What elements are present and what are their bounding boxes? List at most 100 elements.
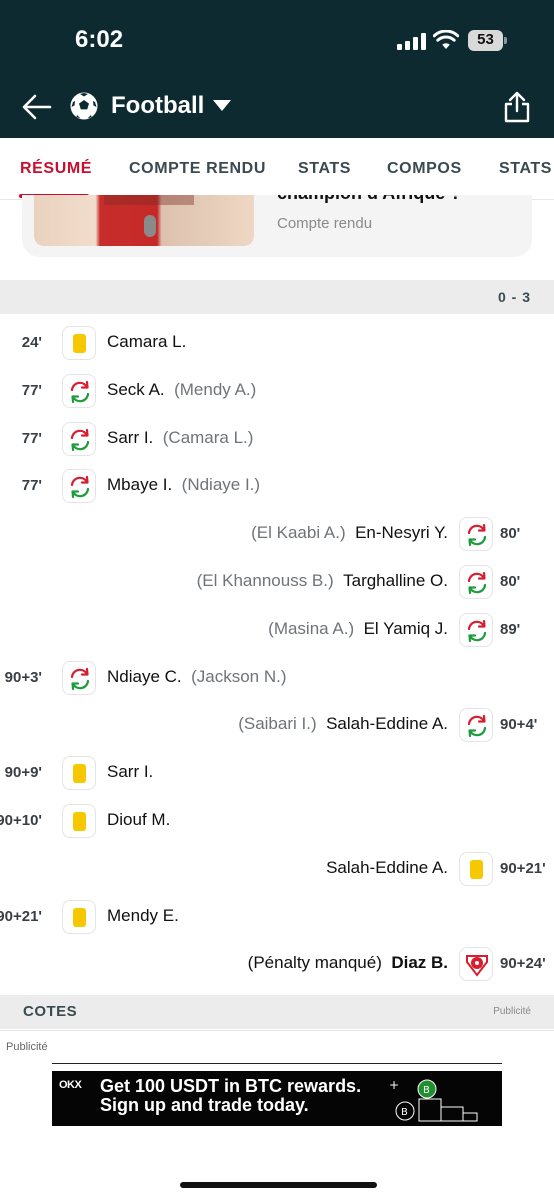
event-player[interactable]: Sarr I. xyxy=(107,428,153,447)
svg-text:+: + xyxy=(389,1078,399,1092)
event-text: (Saibari I.) Salah-Eddine A. xyxy=(238,714,448,734)
event-text: Sarr I. xyxy=(107,762,153,782)
svg-text:B: B xyxy=(423,1085,430,1096)
event-detail: (Camara L.) xyxy=(162,428,254,447)
substitution-icon xyxy=(62,661,96,695)
event-player[interactable]: Ndiaye C. xyxy=(107,667,182,686)
event-player[interactable]: Diaz B. xyxy=(391,953,448,972)
substitution-icon xyxy=(459,517,493,551)
event-row: 80' (El Kaabi A.) En-Nesyri Y. xyxy=(0,514,554,554)
event-player[interactable]: Salah-Eddine A. xyxy=(326,714,448,733)
event-row: 77' Mbaye I. (Ndiaye I.) xyxy=(0,466,554,506)
event-text: Diouf M. xyxy=(107,810,170,830)
event-player[interactable]: Mbaye I. xyxy=(107,475,172,494)
event-row: 90+10' Diouf M. xyxy=(0,801,554,841)
event-row: 89' (Masina A.) El Yamiq J. xyxy=(0,610,554,650)
substitution-icon xyxy=(459,613,493,647)
ad-line-1: Get 100 USDT in BTC rewards. xyxy=(100,1076,362,1096)
ad-label: Publicité xyxy=(6,1041,48,1053)
event-minute: 90+3' xyxy=(4,669,42,686)
tab-bar: RÉSUMÉ COMPTE RENDU STATS COMPOS STATS J xyxy=(0,138,554,200)
substitution-icon xyxy=(62,422,96,456)
event-detail: (Saibari I.) xyxy=(238,714,317,733)
missed-penalty-icon xyxy=(459,947,493,981)
event-player[interactable]: Salah-Eddine A. xyxy=(326,858,448,877)
event-detail: (Jackson N.) xyxy=(191,667,287,686)
event-minute: 80' xyxy=(500,525,521,542)
event-minute: 24' xyxy=(21,334,42,351)
tab-stats[interactable]: STATS xyxy=(298,160,351,178)
event-text: (El Khannouss B.) Targhalline O. xyxy=(197,571,448,591)
event-minute: 77' xyxy=(21,477,42,494)
ad-banner[interactable]: OKX Get 100 USDT in BTC rewards. Sign up… xyxy=(52,1071,502,1126)
ad-logo: OKX xyxy=(59,1079,82,1091)
event-text: Camara L. xyxy=(107,332,186,352)
article-thumbnail xyxy=(34,195,254,246)
event-minute: 90+4' xyxy=(500,716,538,733)
event-row: 90+21' Mendy E. xyxy=(0,897,554,937)
event-detail: (El Khannouss B.) xyxy=(196,571,334,590)
ad-line-2: Sign up and trade today. xyxy=(100,1095,309,1115)
event-player[interactable]: Seck A. xyxy=(107,380,165,399)
event-player[interactable]: Targhalline O. xyxy=(343,571,448,590)
chevron-down-icon[interactable] xyxy=(213,100,231,111)
wifi-icon xyxy=(433,30,459,49)
event-minute: 89' xyxy=(500,621,521,638)
tab-compos[interactable]: COMPOS xyxy=(387,160,462,178)
event-text: Salah-Eddine A. xyxy=(326,858,448,878)
event-text: Ndiaye C. (Jackson N.) xyxy=(107,667,287,687)
event-detail: (El Kaabi A.) xyxy=(251,523,346,542)
yellow-card-icon xyxy=(62,326,96,360)
yellow-card-icon xyxy=(62,756,96,790)
event-minute: 80' xyxy=(500,573,521,590)
event-minute: 77' xyxy=(21,430,42,447)
event-text: Sarr I. (Camara L.) xyxy=(107,428,253,448)
svg-text:B: B xyxy=(401,1107,408,1118)
event-player[interactable]: Sarr I. xyxy=(107,762,153,781)
share-icon[interactable] xyxy=(502,90,532,124)
event-text: (El Kaabi A.) En-Nesyri Y. xyxy=(251,523,448,543)
event-player[interactable]: El Yamiq J. xyxy=(364,619,448,638)
article-subtitle: Compte rendu xyxy=(277,215,373,232)
article-card[interactable]: champion d'Afrique ? Compte rendu xyxy=(22,195,532,257)
event-row: 90+4' (Saibari I.) Salah-Eddine A. xyxy=(0,705,554,745)
yellow-card-icon xyxy=(62,900,96,934)
event-minute: 90+9' xyxy=(4,764,42,781)
odds-header: COTES Publicité xyxy=(0,995,554,1029)
football-icon xyxy=(70,92,98,120)
substitution-icon xyxy=(62,469,96,503)
event-text: (Pénalty manqué) Diaz B. xyxy=(248,953,448,973)
event-row: 90+3' Ndiaye C. (Jackson N.) xyxy=(0,658,554,698)
event-minute: 90+21' xyxy=(500,860,546,877)
event-row: 80' (El Khannouss B.) Targhalline O. xyxy=(0,562,554,602)
ad-divider xyxy=(52,1063,502,1064)
bitcoin-graphic-icon: + B B xyxy=(389,1078,478,1122)
back-arrow-icon[interactable] xyxy=(20,90,54,124)
event-minute: 90+10' xyxy=(0,812,42,829)
event-player[interactable]: Diouf M. xyxy=(107,810,170,829)
event-row: 77' Sarr I. (Camara L.) xyxy=(0,419,554,459)
event-row: 90+9' Sarr I. xyxy=(0,753,554,793)
event-row: 77' Seck A. (Mendy A.) xyxy=(0,371,554,411)
event-text: Mendy E. xyxy=(107,906,179,926)
event-detail: (Masina A.) xyxy=(268,619,355,638)
event-minute: 90+21' xyxy=(0,908,42,925)
event-detail: (Ndiaye I.) xyxy=(181,475,261,494)
event-player[interactable]: Mendy E. xyxy=(107,906,179,925)
yellow-card-icon xyxy=(459,852,493,886)
odds-title: COTES xyxy=(23,1003,78,1020)
event-player[interactable]: En-Nesyri Y. xyxy=(355,523,448,542)
sport-title[interactable]: Football xyxy=(111,92,204,120)
battery-level: 53 xyxy=(477,31,494,48)
home-indicator xyxy=(180,1182,377,1188)
event-row: 90+24' (Pénalty manqué) Diaz B. xyxy=(0,944,554,984)
substitution-icon xyxy=(459,708,493,742)
app-header: 6:02 53 Football xyxy=(0,0,554,138)
event-row: 24' Camara L. xyxy=(0,323,554,363)
tab-compte-rendu[interactable]: COMPTE RENDU xyxy=(129,160,266,178)
event-player[interactable]: Camara L. xyxy=(107,332,186,351)
tab-stats-joueurs[interactable]: STATS J xyxy=(499,160,554,178)
score-bar: 0 - 3 xyxy=(0,280,554,314)
tab-resume[interactable]: RÉSUMÉ xyxy=(20,160,92,178)
battery-icon: 53 xyxy=(468,30,507,51)
